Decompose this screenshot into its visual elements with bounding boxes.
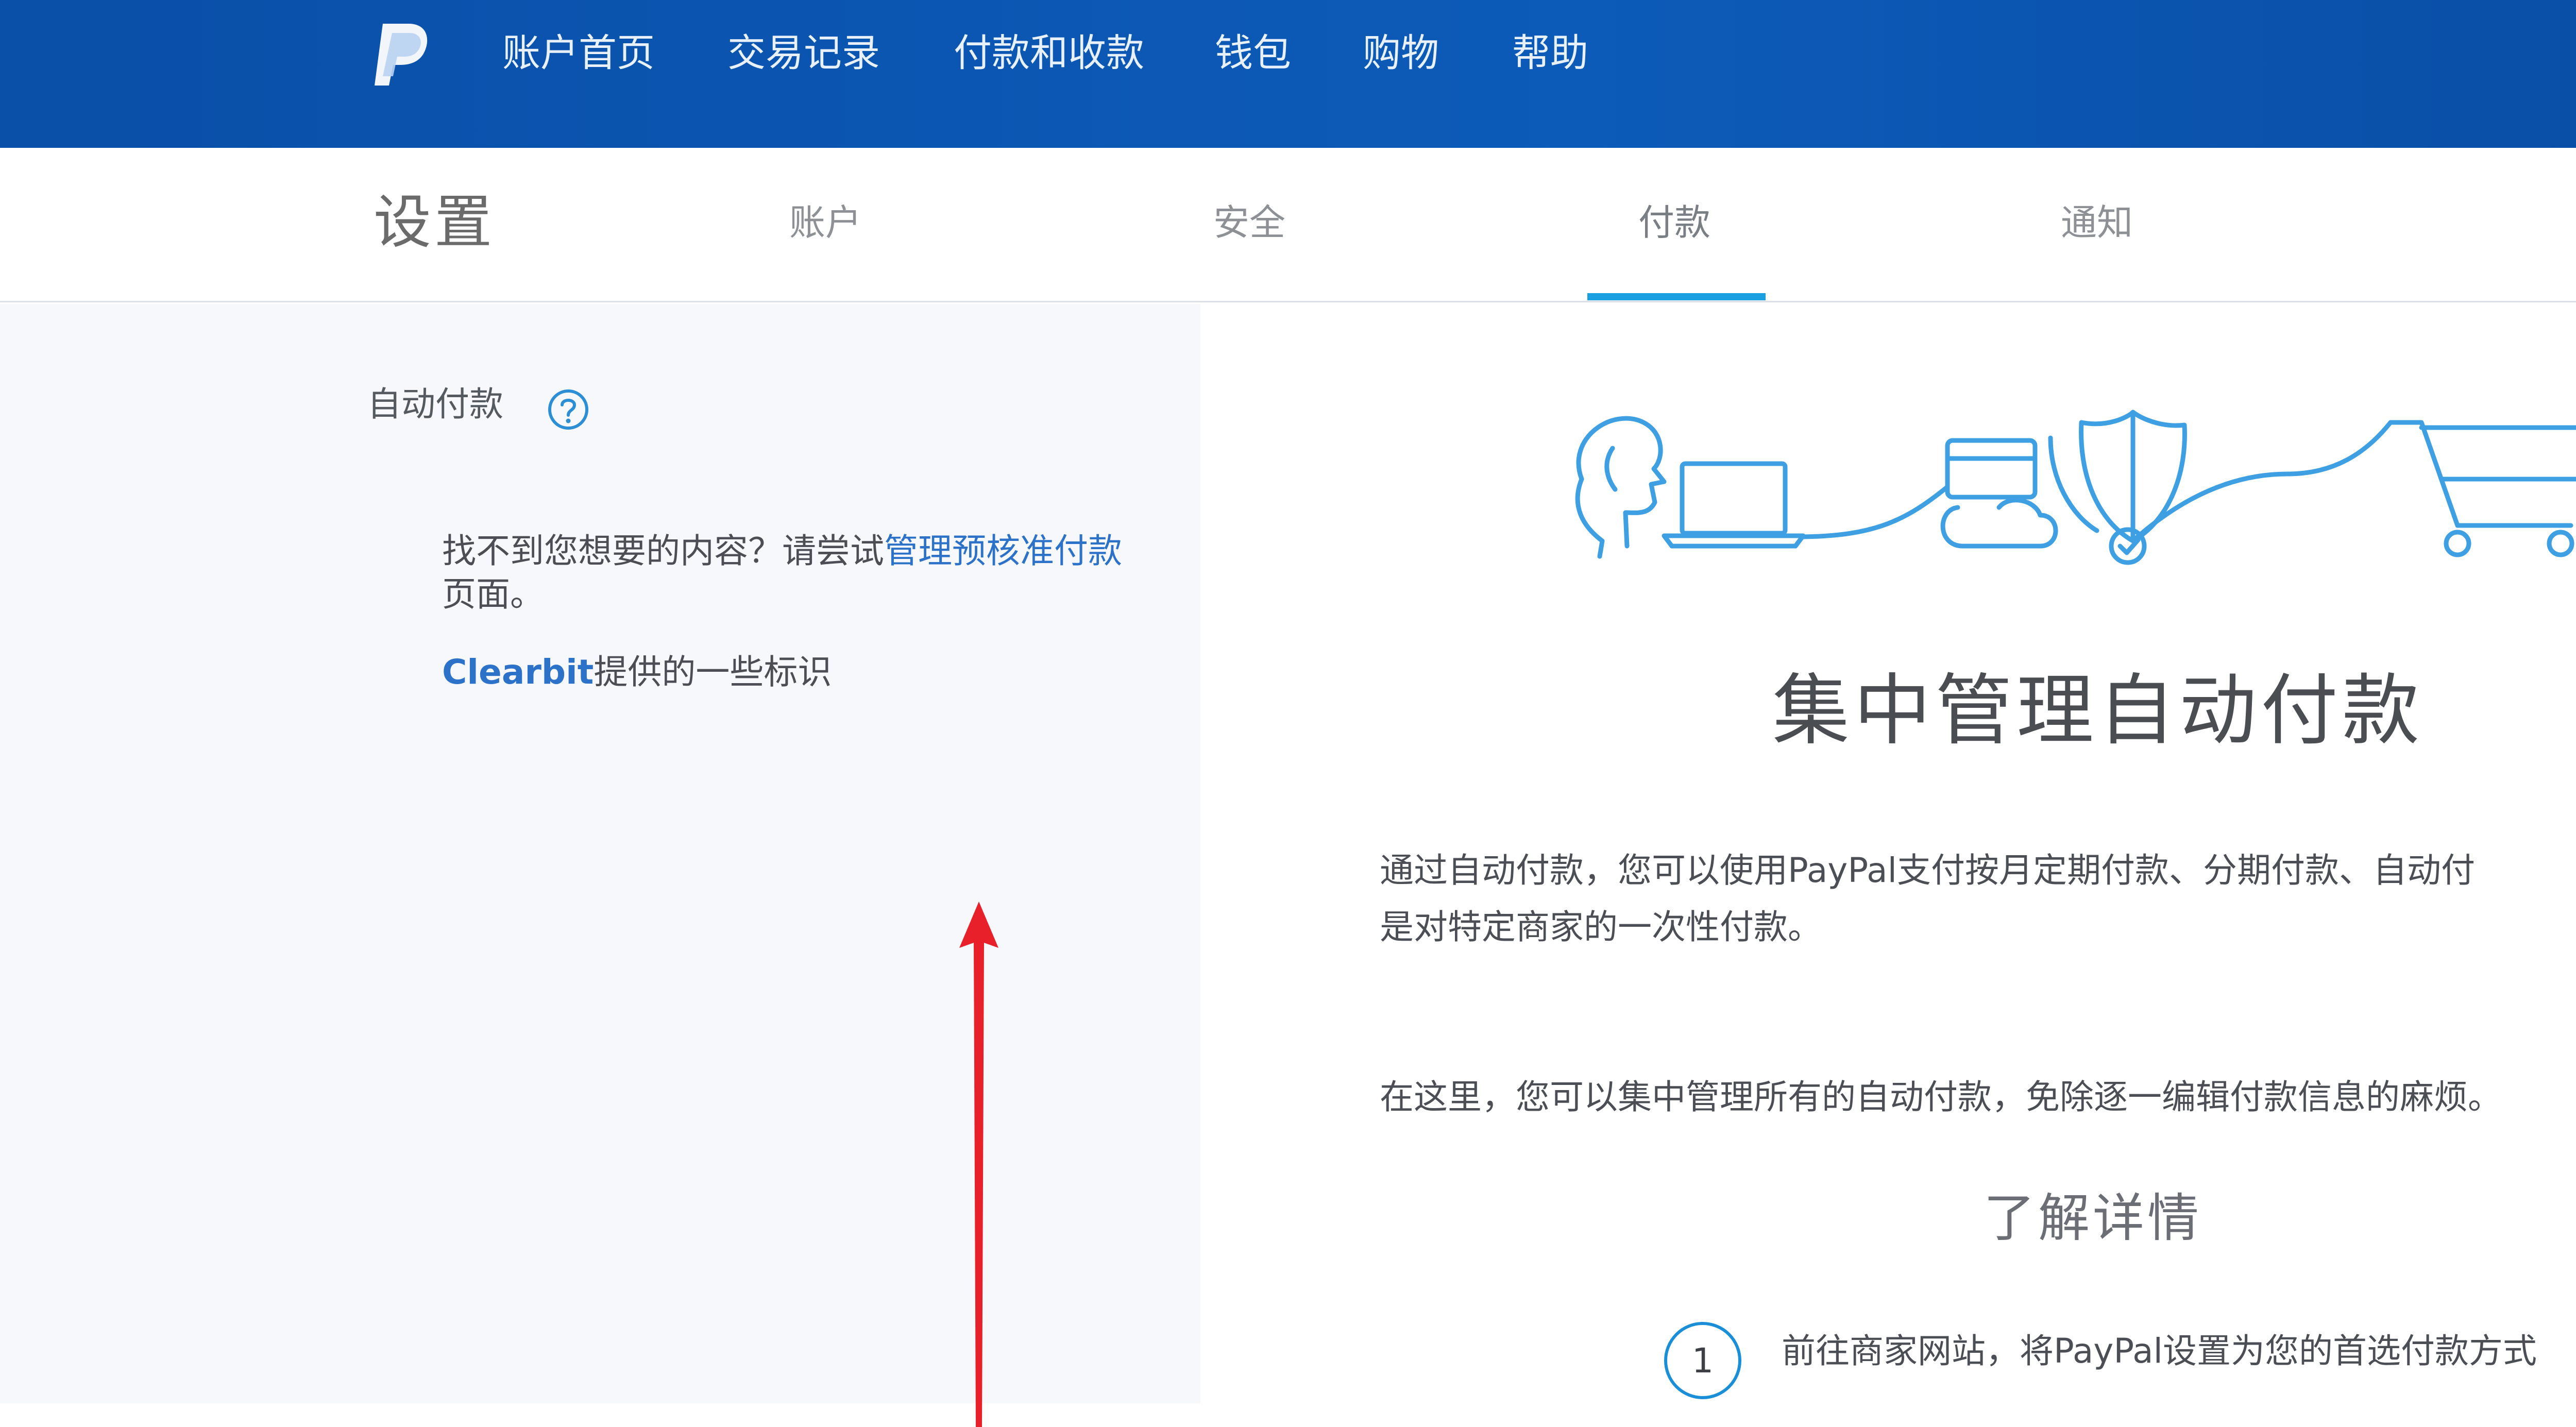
clearbit-suffix: 提供的一些标识: [594, 652, 832, 692]
hint-text: 找不到您想要的内容？请尝试管理预核准付款页面。: [442, 530, 1153, 616]
left-sidebar: 自动付款 找不到您想要的内容？请尝试管理预核准付款页面。 Clearbit提供的…: [0, 304, 1200, 1427]
hint-suffix: 页面。: [442, 574, 544, 614]
nav-help[interactable]: 帮助: [1512, 30, 1588, 76]
learn-more-heading: 了解详情: [1984, 1188, 2202, 1248]
step-number-badge: 1: [1664, 1322, 1741, 1399]
annotation-arrow-icon: [959, 902, 998, 1427]
hero-title: 集中管理自动付款: [1772, 666, 2424, 756]
nav-account-home[interactable]: 账户首页: [502, 30, 655, 76]
top-navbar: 账户首页 交易记录 付款和收款 钱包 购物 帮助: [0, 0, 2576, 148]
intro-paragraph-line-2: 是对特定商家的一次性付款。: [1380, 907, 1822, 947]
intro-paragraph-line-1: 通过自动付款，您可以使用PayPal支付按月定期付款、分期付款、自动付: [1380, 851, 2475, 890]
nav-shopping[interactable]: 购物: [1363, 30, 1439, 76]
nav-wallet[interactable]: 钱包: [1215, 30, 1291, 76]
step-1-text: 前往商家网站，将PayPal设置为您的首选付款方式: [1782, 1331, 2537, 1371]
tab-security[interactable]: 安全: [1213, 199, 1285, 246]
main-content: 集中管理自动付款 通过自动付款，您可以使用PayPal支付按月定期付款、分期付款…: [1200, 304, 2576, 1403]
clearbit-attribution: Clearbit提供的一些标识: [442, 649, 832, 695]
settings-header: 设置 账户 安全 付款 通知: [0, 148, 2576, 302]
hint-prefix: 找不到您想要的内容？请尝试: [442, 531, 884, 571]
nav-send-receive[interactable]: 付款和收款: [954, 30, 1144, 76]
paypal-logo-icon[interactable]: [367, 19, 434, 91]
automatic-payments-illustration-icon: [1575, 410, 2576, 565]
manage-paragraph: 在这里，您可以集中管理所有的自动付款，免除逐一编辑付款信息的麻烦。: [1380, 1077, 2502, 1117]
manage-preapproved-payments-link[interactable]: 管理预核准付款: [884, 531, 1122, 571]
nav-transactions[interactable]: 交易记录: [727, 30, 880, 76]
section-title: 自动付款: [367, 384, 503, 424]
active-tab-indicator: [1587, 293, 1766, 300]
tab-payments[interactable]: 付款: [1638, 199, 1710, 246]
tab-account[interactable]: 账户: [789, 199, 861, 246]
help-icon[interactable]: [545, 386, 591, 433]
page-title: 设置: [374, 189, 495, 256]
tab-notifications[interactable]: 通知: [2061, 199, 2133, 246]
clearbit-link[interactable]: Clearbit: [442, 652, 594, 692]
